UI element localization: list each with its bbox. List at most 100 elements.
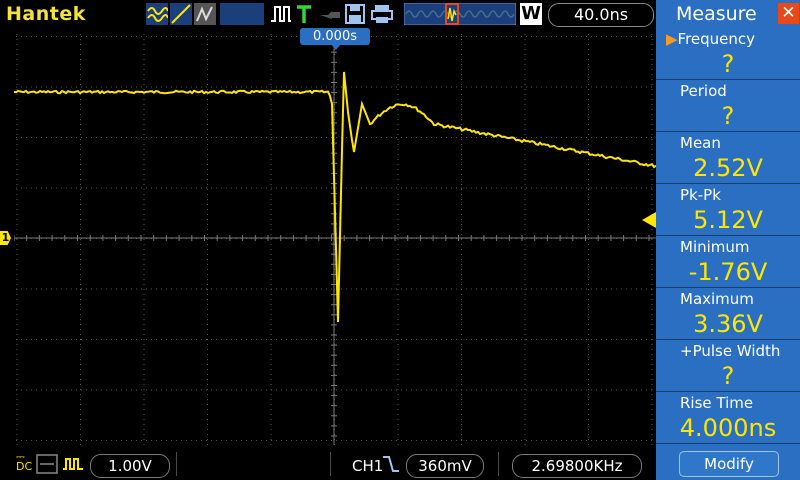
measure-item-frequency[interactable]: ▶Frequency (666, 30, 755, 48)
measure-item-maximum[interactable]: Maximum (680, 290, 754, 308)
grid-dot (601, 187, 602, 189)
modify-button[interactable]: Modify (679, 451, 779, 477)
grid-dot (81, 339, 82, 340)
print-icon[interactable] (370, 3, 394, 25)
grid-dot (270, 204, 272, 205)
measure-item-mean[interactable]: Mean (680, 134, 721, 152)
grid-dot (261, 339, 262, 340)
grid-dot (511, 36, 512, 37)
grid-dot (16, 254, 18, 255)
grid-dot (126, 86, 127, 88)
grid-dot (616, 36, 617, 37)
grid-dot (80, 119, 81, 120)
trigger-mode-icon[interactable] (146, 3, 168, 25)
separator (656, 339, 800, 340)
grid-dot (121, 440, 122, 441)
grid-dot (16, 39, 18, 40)
save-icon[interactable] (344, 3, 366, 25)
grid-dot (566, 339, 567, 340)
grid-dot (71, 137, 72, 138)
measure-item-pulse-width[interactable]: +Pulse Width (680, 342, 780, 360)
grid-dot (651, 429, 653, 430)
grid-dot (116, 339, 117, 340)
grid-dot (326, 389, 327, 391)
grid-dot (270, 64, 272, 65)
grid-dot (524, 114, 526, 115)
grid-dot (626, 137, 627, 138)
grid-dot (143, 229, 145, 230)
grid-dot (371, 389, 372, 391)
grid-dot (476, 288, 477, 290)
grid-dot (80, 54, 81, 55)
grid-dot (524, 414, 526, 415)
falling-edge-icon[interactable] (382, 454, 400, 474)
bandwidth-limit-icon[interactable] (36, 454, 58, 474)
grid-dot (270, 174, 272, 175)
grid-dot (236, 339, 237, 340)
grid-dot (524, 424, 526, 425)
grid-dot (207, 74, 208, 75)
run-icon[interactable] (318, 3, 342, 25)
grid-dot (166, 36, 167, 37)
measure-item-period[interactable]: Period (680, 82, 727, 100)
grid-dot (80, 349, 81, 350)
grid-dot (143, 54, 145, 55)
grid-dot (86, 187, 87, 189)
grid-dot (16, 44, 18, 45)
timebase-value[interactable]: 40.0ns (548, 3, 654, 27)
grid-dot (361, 288, 362, 290)
pulse-icon[interactable] (270, 3, 292, 25)
separator (656, 287, 800, 288)
window-mode-badge[interactable]: W (520, 3, 542, 25)
grid-dot (397, 314, 399, 315)
measure-item-rise-time[interactable]: Rise Time (680, 394, 753, 412)
grid-dot (476, 36, 477, 37)
grid-dot (221, 440, 222, 441)
grid-dot (171, 440, 172, 441)
grid-dot (651, 134, 653, 135)
grid-dot (226, 187, 227, 189)
channel-waveform-icon[interactable] (62, 455, 84, 473)
grid-dot (86, 389, 87, 391)
grid-dot (266, 339, 267, 340)
grid-dot (581, 86, 582, 88)
grid-dot (270, 314, 272, 315)
grid-dot (41, 36, 42, 37)
grid-dot (80, 134, 81, 135)
volts-div-value[interactable]: 1.00V (90, 454, 170, 478)
grid-dot (397, 34, 399, 35)
trigger-level-value[interactable]: 360mV (406, 454, 484, 478)
grid-dot (396, 187, 397, 189)
grid-dot (651, 244, 653, 245)
grid-dot (588, 289, 589, 290)
grid-dot (397, 429, 399, 430)
grid-dot (556, 339, 557, 340)
grid-dot (276, 440, 277, 441)
grid-dot (461, 209, 462, 210)
grid-dot (341, 440, 342, 441)
grid-dot (207, 149, 208, 150)
coupling-indicator[interactable]: ⎓ DC (16, 451, 32, 472)
persistence-icon[interactable] (194, 3, 216, 25)
grid-dot (270, 369, 272, 370)
memory-overview-bar[interactable] (404, 3, 516, 25)
measure-item-pk-pk[interactable]: Pk-Pk (680, 186, 721, 204)
grid-dot (276, 339, 277, 340)
grid-dot (270, 234, 272, 235)
slope-icon[interactable] (170, 3, 192, 25)
grid-dot (161, 440, 162, 441)
grid-dot (16, 69, 18, 70)
measure-item-minimum[interactable]: Minimum (680, 238, 750, 256)
close-icon[interactable]: ✕ (778, 3, 799, 24)
grid-dot (461, 294, 462, 295)
grid-dot (291, 389, 292, 391)
grid-dot (588, 134, 589, 135)
grid-dot (524, 194, 526, 195)
grid-dot (397, 384, 399, 385)
grid-dot (271, 86, 272, 88)
frequency-counter-value[interactable]: 2.69800KHz (512, 454, 642, 478)
channel-1-marker[interactable]: 1 (0, 231, 11, 245)
trigger-level-marker[interactable] (642, 212, 656, 228)
trigger-T-icon[interactable] (294, 3, 314, 25)
grid-dot (80, 309, 81, 310)
